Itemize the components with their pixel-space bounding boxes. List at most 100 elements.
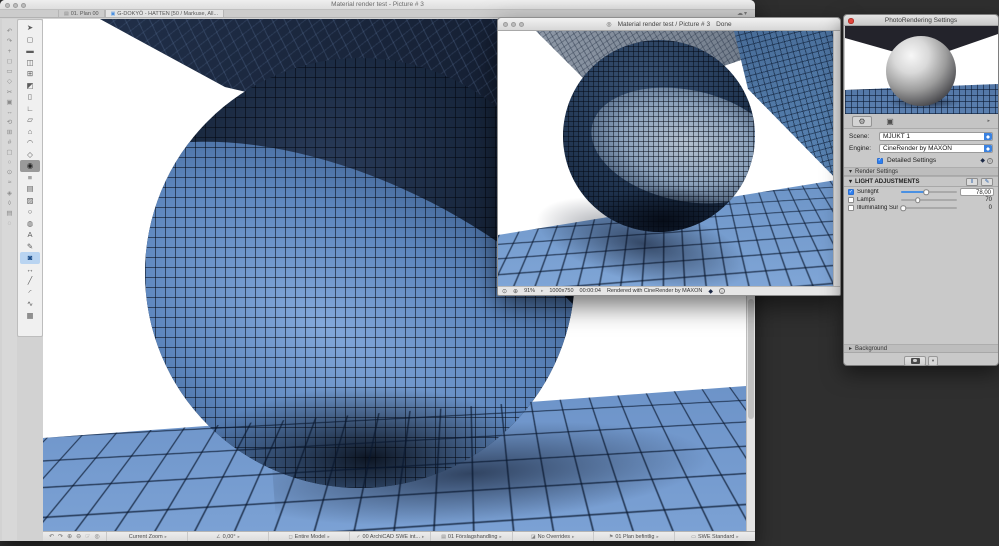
- slider-handle[interactable]: [900, 205, 906, 211]
- minimize-button[interactable]: [511, 21, 516, 27]
- tab-settings[interactable]: ⚙: [852, 115, 872, 127]
- tool-icon[interactable]: ∿: [20, 298, 40, 310]
- toolbar-icon[interactable]: #: [8, 140, 12, 147]
- nav-icon[interactable]: ↷: [58, 533, 63, 540]
- tool-icon[interactable]: ▱: [20, 114, 40, 126]
- camera-dropdown-button[interactable]: ▾: [928, 355, 938, 366]
- toolbar-icon[interactable]: ✂: [7, 89, 12, 97]
- dropdown-stepper-icon[interactable]: [984, 133, 992, 140]
- render-vertical-scrollbar[interactable]: [833, 31, 840, 286]
- toolbar-icon[interactable]: ○: [8, 160, 12, 167]
- tool-icon[interactable]: ▬: [20, 45, 40, 57]
- toolbar-icon[interactable]: ▢: [6, 150, 12, 157]
- tool-icon[interactable]: ◜: [20, 287, 40, 299]
- main-titlebar[interactable]: Material render test - Picture # 3: [0, 0, 755, 10]
- quick-option-segment[interactable]: ⚑ 01 Plan befintlig ▸: [592, 532, 674, 541]
- toolbar-icon[interactable]: ▤: [6, 210, 12, 218]
- close-button[interactable]: [848, 18, 854, 24]
- light-adjustments-header[interactable]: ▾ LIGHT ADJUSTMENTS ‖ ✎: [844, 176, 998, 187]
- toolbar-icon[interactable]: ↶: [7, 28, 12, 36]
- toolbar-icon[interactable]: ◌: [8, 220, 12, 228]
- toolbar-icon[interactable]: ⊞: [7, 129, 12, 137]
- tool-icon[interactable]: ⌂: [20, 126, 40, 138]
- toolbar-icon[interactable]: ◊: [8, 200, 11, 208]
- quick-option-segment[interactable]: ✓ 00 ArchiCAD SWE int... ▸: [349, 532, 430, 541]
- light-checkbox[interactable]: ✓: [848, 197, 854, 203]
- tool-icon[interactable]: A: [20, 229, 40, 241]
- zoom-level[interactable]: 91%: [524, 288, 535, 294]
- toolbar-icon[interactable]: ▣: [6, 99, 12, 107]
- nav-icon[interactable]: ◎: [95, 533, 100, 540]
- tool-icon[interactable]: ◍: [20, 218, 40, 230]
- toolbar-icon[interactable]: ⊙: [7, 170, 12, 177]
- toolbar-icon[interactable]: ↷: [7, 39, 12, 46]
- tool-icon[interactable]: ▯: [20, 91, 40, 103]
- tool-icon[interactable]: ◠: [20, 137, 40, 149]
- disclosure-triangle-icon[interactable]: ▾: [849, 168, 852, 175]
- toolbar-icon[interactable]: ↔: [6, 109, 13, 117]
- toolbar-icon[interactable]: ≈: [8, 180, 12, 187]
- camera-button[interactable]: [904, 355, 926, 366]
- toolbar-icon[interactable]: ⟲: [7, 119, 12, 127]
- dropdown-stepper-icon[interactable]: [984, 145, 992, 152]
- light-slider[interactable]: [900, 205, 957, 211]
- zoom-button[interactable]: [21, 2, 26, 8]
- render-window-titlebar[interactable]: ◎ Material render test / Picture # 3 Don…: [498, 18, 840, 31]
- zoom-in-icon[interactable]: ⊕: [513, 288, 518, 295]
- minimize-button[interactable]: [13, 2, 18, 8]
- engine-dropdown[interactable]: CineRender by MAXON: [879, 144, 993, 153]
- tool-icon[interactable]: ≡: [20, 172, 40, 184]
- quick-option-segment[interactable]: ▤ 01 Förslagshandling ▸: [430, 532, 511, 541]
- detailed-settings-checkbox[interactable]: ✓: [877, 157, 883, 164]
- slider-handle[interactable]: [923, 189, 929, 195]
- render-settings-section-header[interactable]: ▾ Render Settings: [844, 167, 998, 176]
- quick-option-segment[interactable]: ∠ 0,00° ▸: [186, 532, 268, 541]
- light-slider[interactable]: [900, 189, 957, 195]
- slider-handle[interactable]: [915, 197, 921, 203]
- disclosure-triangle-icon[interactable]: ▸: [849, 345, 852, 352]
- scene-dropdown[interactable]: MJUKT 1: [879, 132, 993, 141]
- columns-icon[interactable]: ‖: [966, 177, 978, 186]
- tool-icon[interactable]: ↔: [20, 264, 40, 276]
- chevron-right-icon[interactable]: ▸: [541, 288, 543, 294]
- tool-icon[interactable]: ◉: [20, 160, 40, 172]
- zoom-button[interactable]: [519, 21, 524, 27]
- tool-icon[interactable]: ◇: [20, 149, 40, 161]
- toolbar-icon[interactable]: ◇: [7, 79, 12, 86]
- nav-icon[interactable]: ☞: [85, 533, 90, 540]
- chevron-right-icon[interactable]: ▸: [987, 118, 990, 124]
- tool-icon[interactable]: ╱: [20, 275, 40, 287]
- tool-icon[interactable]: ◻: [20, 34, 40, 46]
- toolbar-icon[interactable]: ◈: [7, 190, 12, 198]
- nav-icon[interactable]: ⊖: [76, 533, 81, 540]
- close-button[interactable]: [503, 21, 508, 27]
- tool-icon[interactable]: ◩: [20, 80, 40, 92]
- light-value[interactable]: 70: [960, 197, 994, 203]
- tab-size[interactable]: ▣: [880, 116, 900, 127]
- close-button[interactable]: [5, 2, 10, 8]
- tool-icon[interactable]: ○: [20, 206, 40, 218]
- info-icon[interactable]: i: [718, 288, 725, 294]
- tool-icon[interactable]: ◫: [20, 57, 40, 69]
- nav-icon[interactable]: ↶: [49, 533, 54, 540]
- light-value[interactable]: 78,00: [959, 188, 994, 196]
- teamwork-cloud-button[interactable]: ☁ ▾: [737, 10, 747, 17]
- tool-icon[interactable]: ▦: [20, 310, 40, 322]
- toolbar-icon[interactable]: ◻: [7, 59, 12, 66]
- disclosure-triangle-icon[interactable]: ▾: [849, 178, 852, 185]
- tool-icon[interactable]: ◙: [20, 252, 40, 264]
- tool-icon[interactable]: ▨: [20, 195, 40, 207]
- background-section-header[interactable]: ▸ Background: [844, 344, 998, 353]
- edit-icon[interactable]: ✎: [981, 177, 993, 186]
- toolbar-icon[interactable]: +: [8, 49, 12, 56]
- light-value[interactable]: 0: [960, 205, 994, 211]
- quick-option-segment[interactable]: ◪ No Overrides ▸: [511, 532, 593, 541]
- document-tab[interactable]: ▤ 01. Plan 00: [58, 10, 105, 17]
- zoom-out-icon[interactable]: ⊙: [502, 288, 507, 295]
- quick-option-segment[interactable]: ◻ Entire Model ▸: [268, 532, 349, 541]
- tool-icon[interactable]: ∟: [20, 103, 40, 115]
- nav-icon[interactable]: ⊕: [67, 533, 72, 540]
- light-checkbox[interactable]: ✓: [848, 189, 854, 195]
- info-icon[interactable]: i: [987, 157, 993, 164]
- tool-icon[interactable]: ✎: [20, 241, 40, 253]
